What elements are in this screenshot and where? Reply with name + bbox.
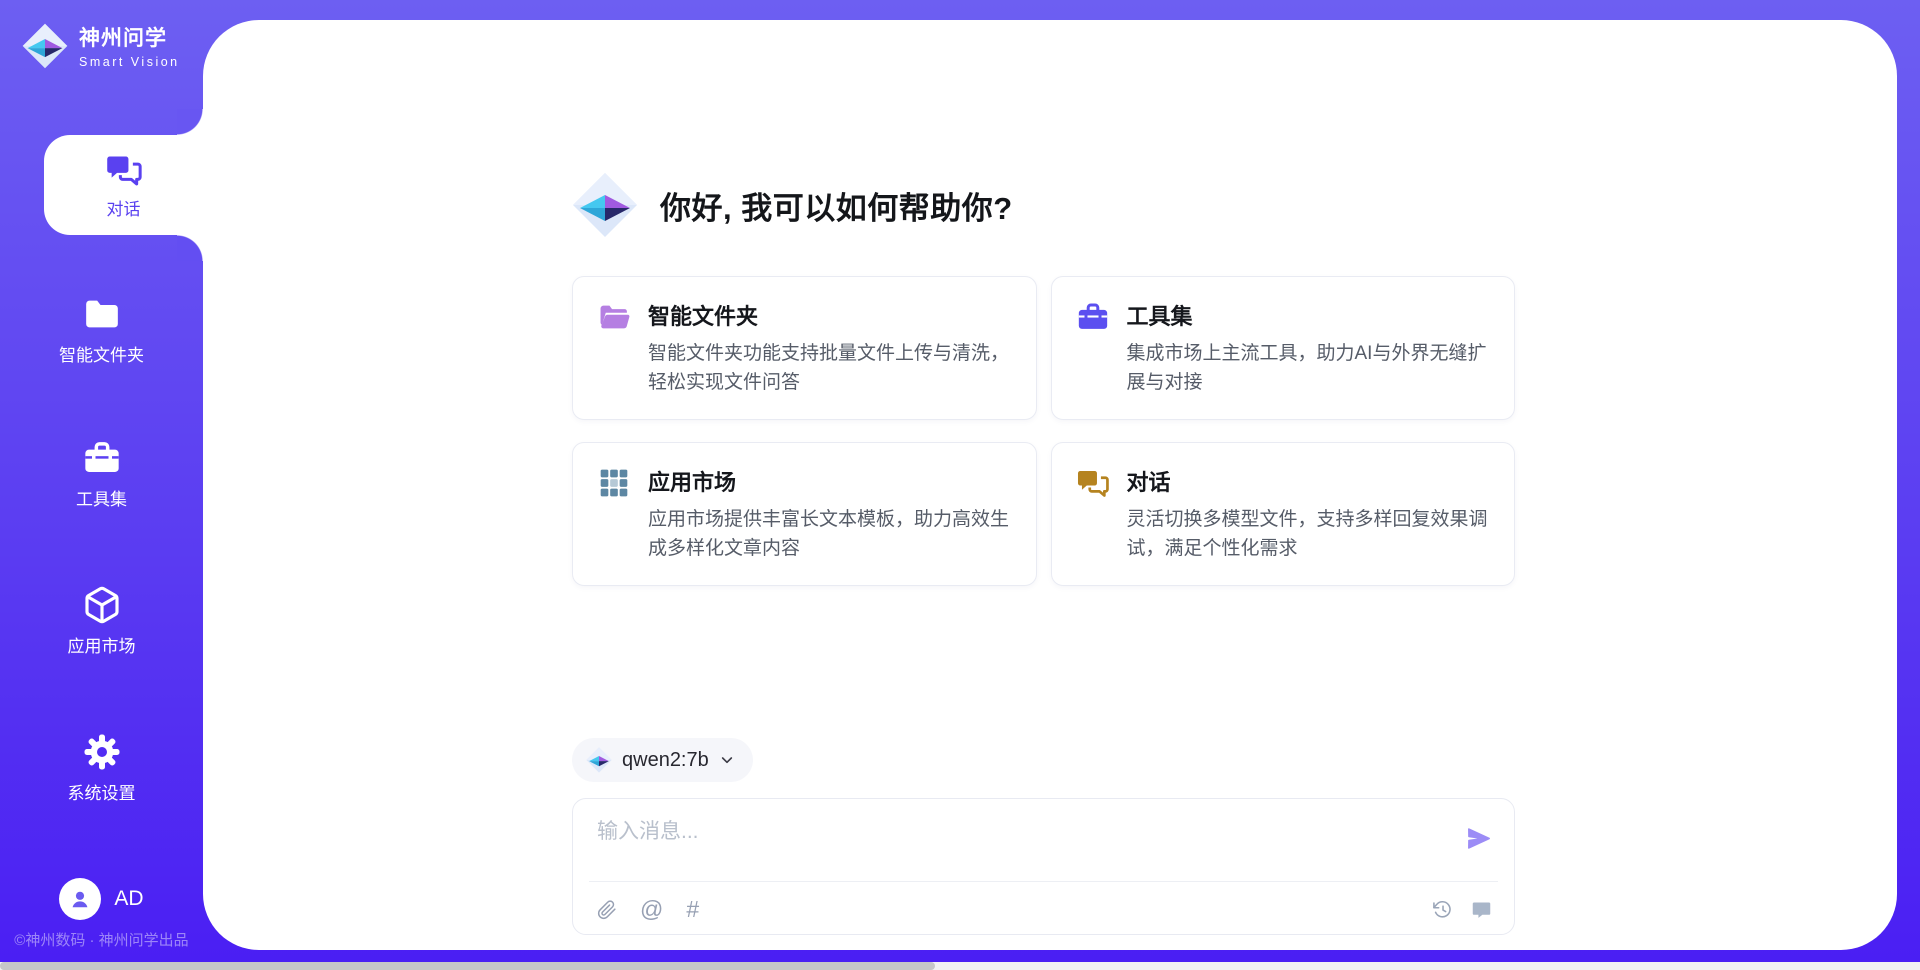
- model-diamond-icon: [586, 747, 612, 773]
- sidebar-item-settings[interactable]: 系统设置: [0, 731, 203, 804]
- attach-file-button[interactable]: [597, 900, 617, 920]
- tab-flare-top: [177, 109, 203, 135]
- sidebar-item-label: 工具集: [0, 485, 203, 510]
- horizontal-scrollbar-track[interactable]: [0, 962, 1920, 970]
- briefcase-icon: [82, 438, 122, 478]
- assistant-diamond-icon: [572, 172, 638, 238]
- tab-flare-bottom: [177, 235, 203, 261]
- copyright-text: ©神州数码 · 神州问学出品: [0, 929, 203, 950]
- card-toolkit[interactable]: 工具集 集成市场上主流工具，助力AI与外界无缝扩展与对接: [1051, 276, 1516, 420]
- card-description: 集成市场上主流工具，助力AI与外界无缝扩展与对接: [1127, 340, 1491, 397]
- brand-subtitle: Smart Vision: [79, 55, 180, 69]
- card-title: 智能文件夹: [648, 299, 1012, 331]
- brand-diamond-icon: [22, 23, 68, 69]
- folder-open-icon: [597, 300, 631, 334]
- card-smart-folder[interactable]: 智能文件夹 智能文件夹功能支持批量文件上传与清洗，轻松实现文件问答: [572, 276, 1037, 420]
- folder-icon: [82, 294, 122, 334]
- card-title: 对话: [1127, 465, 1491, 497]
- model-selector[interactable]: qwen2:7b: [572, 738, 753, 782]
- chat-icon: [105, 151, 143, 189]
- main-panel: 你好, 我可以如何帮助你? 智能文件夹 智能文件夹功能支持批量文件上传与清洗，轻…: [203, 20, 1897, 950]
- send-button[interactable]: [1465, 825, 1492, 852]
- sidebar-item-label: 智能文件夹: [0, 341, 203, 366]
- grid-icon: [597, 466, 631, 500]
- paperclip-icon: [597, 900, 617, 920]
- brand-name: 神州问学: [79, 22, 180, 52]
- gear-icon: [82, 732, 122, 772]
- model-name: qwen2:7b: [622, 749, 709, 772]
- user-icon: [68, 887, 92, 911]
- sidebar-item-smart-folder[interactable]: 智能文件夹: [0, 293, 203, 366]
- history-button[interactable]: [1432, 899, 1453, 920]
- cube-icon: [82, 585, 122, 625]
- avatar: [59, 878, 101, 920]
- card-title: 工具集: [1127, 299, 1491, 331]
- composer-divider: [589, 881, 1498, 882]
- sidebar-item-app-market[interactable]: 应用市场: [0, 584, 203, 657]
- sidebar-item-label: 对话: [107, 195, 141, 220]
- mention-button[interactable]: @: [640, 898, 663, 921]
- chat-icon: [1076, 466, 1110, 500]
- greeting-title: 你好, 我可以如何帮助你?: [660, 183, 1013, 228]
- card-app-market[interactable]: 应用市场 应用市场提供丰富长文本模板，助力高效生成多样化文章内容: [572, 442, 1037, 586]
- card-chat[interactable]: 对话 灵活切换多模型文件，支持多样回复效果调试，满足个性化需求: [1051, 442, 1516, 586]
- card-title: 应用市场: [648, 465, 1012, 497]
- chevron-down-icon: [719, 752, 735, 768]
- card-description: 应用市场提供丰富长文本模板，助力高效生成多样化文章内容: [648, 506, 1012, 563]
- history-icon: [1432, 899, 1453, 920]
- chat-square-icon: [1471, 899, 1492, 920]
- card-description: 灵活切换多模型文件，支持多样回复效果调试，满足个性化需求: [1127, 506, 1491, 563]
- topic-button[interactable]: #: [686, 898, 699, 921]
- brand-logo: 神州问学 Smart Vision: [22, 22, 180, 69]
- message-composer: @ #: [572, 798, 1515, 935]
- composer-toolbar: @ #: [597, 898, 1492, 921]
- user-name: AD: [114, 887, 143, 911]
- message-input[interactable]: [597, 815, 1437, 873]
- sidebar-item-chat[interactable]: 对话: [44, 135, 203, 235]
- user-menu[interactable]: AD: [0, 878, 203, 920]
- sidebar-item-label: 应用市场: [0, 632, 203, 657]
- card-description: 智能文件夹功能支持批量文件上传与清洗，轻松实现文件问答: [648, 340, 1012, 397]
- main-content: 你好, 我可以如何帮助你? 智能文件夹 智能文件夹功能支持批量文件上传与清洗，轻…: [572, 170, 1515, 935]
- feature-cards: 智能文件夹 智能文件夹功能支持批量文件上传与清洗，轻松实现文件问答 工具集 集成…: [572, 276, 1515, 586]
- briefcase-icon: [1076, 300, 1110, 334]
- welcome-header: 你好, 我可以如何帮助你?: [572, 170, 1515, 240]
- send-icon: [1465, 825, 1492, 852]
- sidebar: 神州问学 Smart Vision 对话 智能文件夹 工具集 应用市场 系统设置: [0, 0, 203, 970]
- sidebar-item-label: 系统设置: [0, 779, 203, 804]
- sidebar-item-toolkit[interactable]: 工具集: [0, 437, 203, 510]
- new-chat-button[interactable]: [1471, 899, 1492, 920]
- horizontal-scrollbar-thumb[interactable]: [0, 962, 935, 970]
